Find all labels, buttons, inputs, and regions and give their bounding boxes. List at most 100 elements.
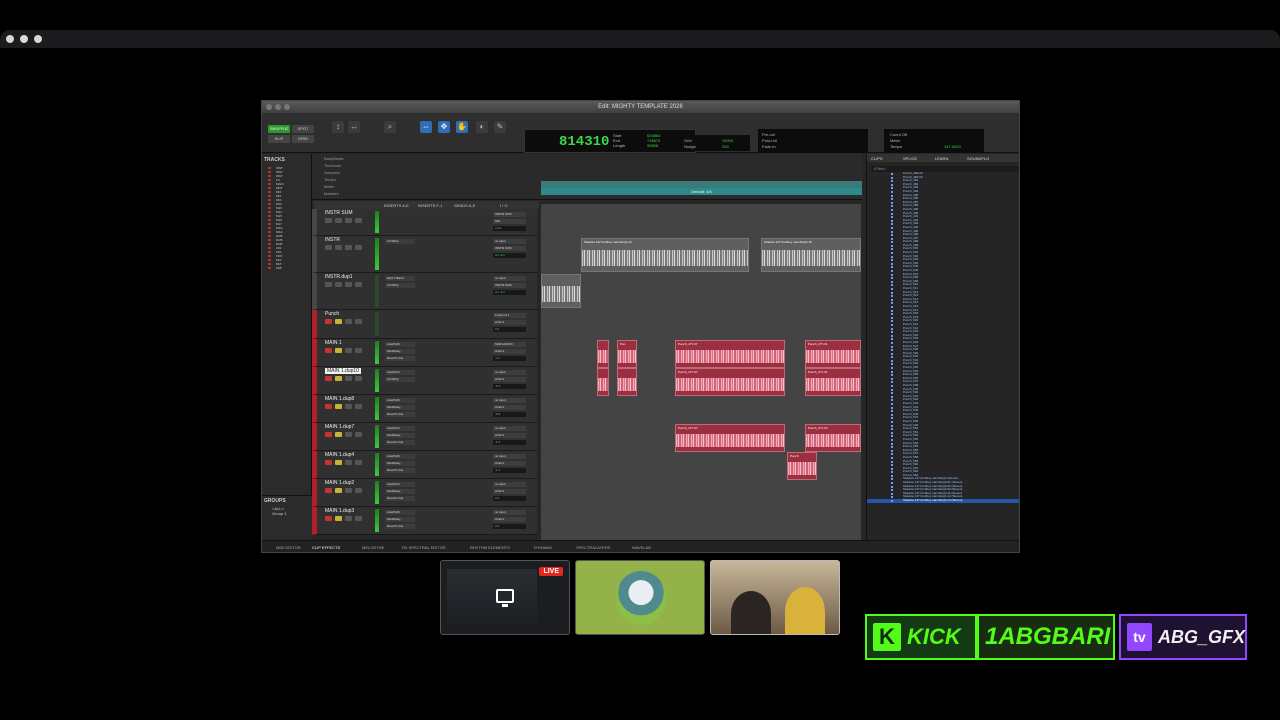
mute-button[interactable] xyxy=(345,282,352,287)
output-selector[interactable]: Artist 1 xyxy=(493,517,526,522)
insert-slot[interactable]: Reverb One xyxy=(385,412,415,417)
nudge-value[interactable]: 200 xyxy=(722,144,729,149)
solo-button[interactable] xyxy=(335,319,342,324)
instr-clip-1[interactable]: Shadow 147 bruhboy varmfeirgh-14 xyxy=(581,238,749,272)
input-selector[interactable]: no input xyxy=(493,482,526,487)
solo-button[interactable] xyxy=(335,460,342,465)
tab-soundflo[interactable]: SOUNDFLO xyxy=(967,156,989,161)
scrubber-tool-icon[interactable]: ◐ xyxy=(476,121,488,133)
track-row[interactable]: MAIN 1.dup7 AutoPitch ModDelay Reverb One no… xyxy=(312,423,537,451)
track-row[interactable]: INSTR SUM INSTR SUM MIX +0.0 xyxy=(312,209,537,236)
insert-slot[interactable]: AutoPitch xyxy=(385,510,415,515)
punch-clip[interactable]: Punch xyxy=(787,452,817,480)
spot-mode-button[interactable]: SPOT xyxy=(292,125,314,133)
track-name[interactable]: MAIN 1.dup7 xyxy=(325,424,354,430)
mute-button[interactable] xyxy=(345,488,352,493)
record-enable-button[interactable] xyxy=(325,404,332,409)
input-monitor-button[interactable] xyxy=(355,319,362,324)
track-list-item[interactable]: PEP xyxy=(262,266,311,270)
bottom-tab[interactable]: RHYTHM ELEMENTS xyxy=(470,545,510,550)
record-enable-button[interactable] xyxy=(325,460,332,465)
grid-nudge-box[interactable]: Grid 10000 Nudge 200 xyxy=(680,135,750,151)
punch-clip[interactable]: Punch_477-31 xyxy=(805,340,861,368)
record-enable-button[interactable] xyxy=(325,319,332,324)
webcam-tile[interactable] xyxy=(710,560,840,635)
volume-readout[interactable]: vol -6.2 xyxy=(493,253,526,258)
ruler-bars-beats[interactable]: Bars|Beats xyxy=(324,156,344,161)
punch-clip[interactable] xyxy=(597,368,609,396)
solo-button[interactable] xyxy=(335,432,342,437)
track-row[interactable]: Punch Fresh Inf 1 Artist 1 0.0 xyxy=(312,310,537,339)
output-selector[interactable]: Artist 1 xyxy=(493,489,526,494)
record-enable-button[interactable] xyxy=(325,516,332,521)
record-enable-button[interactable] xyxy=(325,488,332,493)
ruler-meter[interactable]: Meter xyxy=(324,184,334,189)
track-name[interactable]: MAIN 1.dup2 xyxy=(325,480,354,486)
volume-readout[interactable]: -1.2 xyxy=(493,468,526,473)
insert-slot[interactable]: ChnStrip xyxy=(385,283,415,288)
insert-slot[interactable]: Reverb One xyxy=(385,524,415,529)
volume-readout[interactable]: -6.4 xyxy=(493,384,526,389)
volume-readout[interactable]: +0.0 xyxy=(493,226,526,231)
instr-clip-2[interactable]: Shadow 147 bruhboy varmfeirgh-15 xyxy=(761,238,861,272)
record-enable-button[interactable] xyxy=(325,218,332,223)
insert-slot[interactable]: ModDelay xyxy=(385,405,415,410)
bottom-tab[interactable]: MELODYNE xyxy=(362,545,384,550)
preroll-box[interactable]: Pre-roll Post-roll Fade-in xyxy=(758,129,868,153)
input-monitor-button[interactable] xyxy=(355,432,362,437)
punch-clip[interactable]: Pun xyxy=(617,340,637,368)
mute-button[interactable] xyxy=(345,376,352,381)
track-name[interactable]: MAIN 1.dup10 xyxy=(325,368,361,374)
punch-clip[interactable]: Punch_477-37 xyxy=(675,368,785,396)
close-dot-icon[interactable] xyxy=(6,35,14,43)
insert-slot[interactable]: ModDelay xyxy=(385,489,415,494)
record-enable-button[interactable] xyxy=(325,282,332,287)
solo-button[interactable] xyxy=(335,376,342,381)
track-row[interactable]: MAIN 1.dup3 AutoPitch ModDelay Reverb One no… xyxy=(312,507,537,535)
avatar-tile[interactable] xyxy=(575,560,705,635)
screen-share-tile[interactable]: LIVE xyxy=(440,560,570,635)
volume-readout[interactable]: 0.0 xyxy=(493,524,526,529)
ruler-timecode[interactable]: Timecode xyxy=(324,163,341,168)
mute-button[interactable] xyxy=(345,319,352,324)
bottom-tab[interactable]: WAVELAB xyxy=(632,545,651,550)
input-monitor-button[interactable] xyxy=(355,376,362,381)
output-selector[interactable]: Artist 1 xyxy=(493,349,526,354)
zoom-icon[interactable] xyxy=(284,104,290,110)
output-selector[interactable]: Artist 1 xyxy=(493,377,526,382)
input-selector[interactable]: MAIN AUDIO xyxy=(493,342,526,347)
record-enable-button[interactable] xyxy=(325,432,332,437)
insert-slot[interactable]: Reverb One xyxy=(385,356,415,361)
punch-clip[interactable]: Punch_477-31 xyxy=(805,368,861,396)
volume-readout[interactable]: vol -4.2 xyxy=(493,290,526,295)
shuffle-mode-button[interactable]: SHUFFLE xyxy=(268,125,290,133)
punch-clip[interactable]: Punch_477-03 xyxy=(805,424,861,452)
insert-slot[interactable]: Reverb One xyxy=(385,468,415,473)
track-name[interactable]: MAIN 1.dup4 xyxy=(325,452,354,458)
ruler-samples[interactable]: Samples xyxy=(324,170,340,175)
solo-button[interactable] xyxy=(335,282,342,287)
track-name[interactable]: MAIN 1.dup3 xyxy=(325,508,354,514)
solo-button[interactable] xyxy=(335,245,342,250)
tab-learn[interactable]: LEARN xyxy=(935,156,948,161)
punch-clip[interactable]: Punch_477-37 xyxy=(675,340,785,368)
zoom-tool-icon[interactable]: ⌕ xyxy=(384,121,396,133)
instr-dup-clip[interactable] xyxy=(541,274,581,308)
solo-button[interactable] xyxy=(335,516,342,521)
zoom-in-icon[interactable]: ↕ xyxy=(332,121,344,133)
insert-slot[interactable]: Reverb One xyxy=(385,496,415,501)
input-monitor-button[interactable] xyxy=(355,516,362,521)
bottom-tab[interactable]: CLIP EFFECTS xyxy=(312,545,340,550)
group-item-1[interactable]: Group 1 xyxy=(262,511,312,516)
solo-button[interactable] xyxy=(335,488,342,493)
track-name[interactable]: INSTR xyxy=(325,237,340,243)
record-enable-button[interactable] xyxy=(325,348,332,353)
track-row[interactable]: MAIN 1.dup8 AutoPitch ModDelay Reverb One no… xyxy=(312,395,537,423)
track-row[interactable]: MAIN 1.dup4 AutoPitch ModDelay Reverb One no… xyxy=(312,451,537,479)
insert-slot[interactable]: AutoPitch xyxy=(385,398,415,403)
volume-readout[interactable]: -1.5 xyxy=(493,440,526,445)
mute-button[interactable] xyxy=(345,432,352,437)
track-name[interactable]: MAIN 1.dup8 xyxy=(325,396,354,402)
output-selector[interactable]: MIX xyxy=(493,219,526,224)
insert-slot[interactable]: ModDelay xyxy=(385,433,415,438)
